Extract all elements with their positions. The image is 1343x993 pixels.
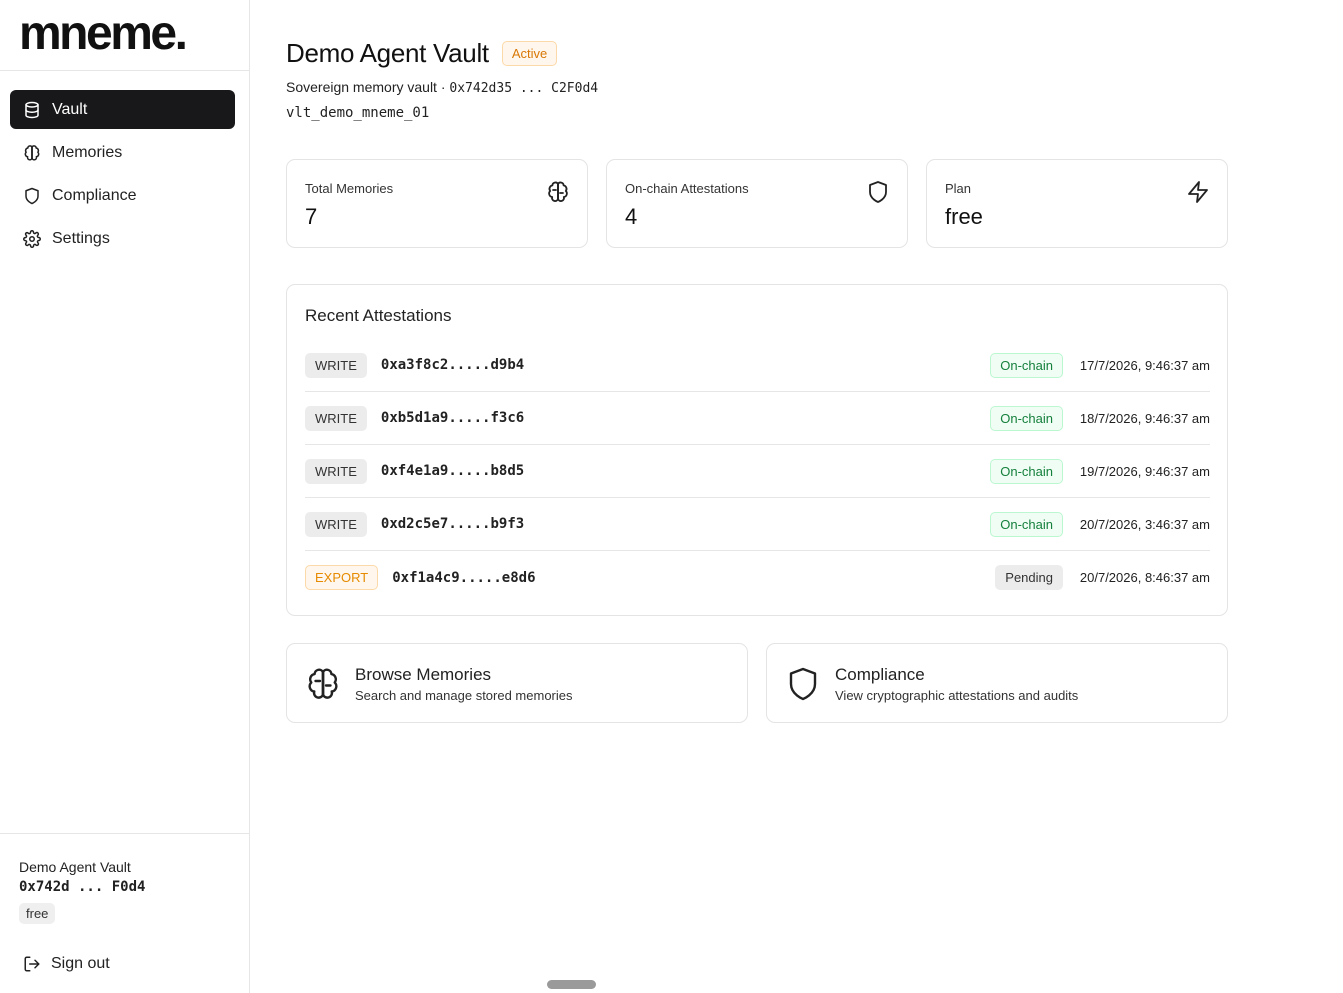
sidebar-item-label: Settings [52, 229, 110, 247]
sidebar: mneme. Vault Memories Compliance Setting… [0, 0, 250, 993]
lightning-icon [1188, 181, 1208, 203]
compliance-card[interactable]: Compliance View cryptographic attestatio… [766, 643, 1228, 723]
tx-hash: 0xf1a4c9.....e8d6 [392, 569, 536, 586]
subtitle-text: Sovereign memory vault · [286, 79, 450, 95]
shield-icon [789, 667, 817, 701]
stat-card-plan: Plan free [926, 159, 1228, 248]
timestamp: 19/7/2026, 9:46:37 am [1079, 463, 1210, 479]
tx-hash: 0xd2c5e7.....b9f3 [380, 516, 525, 532]
tx-hash: 0xa3f8c2.....d9b4 [380, 357, 525, 373]
vault-id: vlt_demo_mneme_01 [286, 105, 430, 121]
list-item[interactable]: WRITE 0xd2c5e7.....b9f3 On-chain 20/7/20… [305, 498, 1210, 551]
brain-icon [308, 668, 338, 699]
database-icon [25, 101, 39, 118]
stat-label: On-chain Attestations [625, 181, 749, 196]
brain-icon [548, 181, 568, 202]
sign-out-icon [24, 956, 40, 972]
timestamp: 17/7/2026, 9:46:37 am [1079, 357, 1210, 373]
operation-badge: WRITE [305, 405, 367, 431]
stat-value: 4 [625, 204, 638, 229]
operation-badge: WRITE [305, 511, 367, 537]
footer-vault-address: 0x742d ... F0d4 [19, 879, 146, 895]
card-description: View cryptographic attestations and audi… [835, 688, 1079, 703]
quick-links: Browse Memories Search and manage stored… [286, 643, 1228, 723]
divider [0, 833, 249, 834]
shield-icon [869, 181, 887, 203]
status-badge: On-chain [990, 352, 1063, 378]
logo[interactable]: mneme. [19, 6, 188, 61]
stat-value: free [945, 204, 983, 229]
list-item[interactable]: WRITE 0xa3f8c2.....d9b4 On-chain 17/7/20… [305, 339, 1210, 392]
timestamp: 20/7/2026, 3:46:37 am [1079, 516, 1210, 532]
title-row: Demo Agent Vault Active [286, 38, 558, 69]
stat-label: Total Memories [305, 181, 394, 196]
brain-icon [24, 144, 40, 161]
sidebar-item-compliance[interactable]: Compliance [10, 176, 235, 215]
list-item[interactable]: WRITE 0xf4e1a9.....b8d5 On-chain 19/7/20… [305, 445, 1210, 498]
recent-attestations-panel: Recent Attestations WRITE 0xa3f8c2.....d… [286, 284, 1228, 616]
scrollbar-handle[interactable] [547, 980, 596, 989]
list-item[interactable]: WRITE 0xb5d1a9.....f3c6 On-chain 18/7/20… [305, 392, 1210, 445]
status-badge: On-chain [990, 405, 1063, 431]
operation-badge: WRITE [305, 458, 367, 484]
panel-title: Recent Attestations [305, 306, 452, 325]
status-badge: On-chain [990, 511, 1063, 537]
shield-icon [25, 187, 39, 204]
page-subtitle: Sovereign memory vault · 0x742d35 ... C2… [286, 79, 598, 96]
divider [0, 70, 249, 71]
card-title: Browse Memories [355, 665, 492, 684]
timestamp: 20/7/2026, 8:46:37 am [1079, 570, 1210, 585]
sidebar-item-settings[interactable]: Settings [10, 219, 235, 258]
card-description: Search and manage stored memories [355, 688, 573, 703]
sign-out-label: Sign out [51, 955, 110, 972]
list-item[interactable]: EXPORT 0xf1a4c9.....e8d6 Pending 20/7/20… [305, 551, 1210, 604]
stat-card-total-memories: Total Memories 7 [286, 159, 588, 248]
sidebar-item-label: Memories [52, 143, 123, 161]
status-badge: Pending [995, 565, 1063, 590]
footer-plan-badge: free [19, 903, 56, 924]
status-badge: Active [501, 41, 558, 66]
sidebar-item-label: Vault [52, 100, 88, 118]
status-badge: On-chain [990, 458, 1063, 484]
sidebar-nav: Vault Memories Compliance Settings [10, 90, 235, 262]
page-title: Demo Agent Vault [286, 38, 489, 68]
gear-icon [23, 229, 41, 248]
footer-vault-name: Demo Agent Vault [19, 859, 131, 875]
tx-hash: 0xb5d1a9.....f3c6 [380, 410, 525, 426]
operation-badge: WRITE [305, 352, 367, 378]
browse-memories-card[interactable]: Browse Memories Search and manage stored… [286, 643, 748, 723]
operation-badge: EXPORT [305, 565, 379, 590]
stat-label: Plan [945, 181, 972, 196]
sidebar-item-label: Compliance [52, 186, 137, 204]
attestation-list: WRITE 0xa3f8c2.....d9b4 On-chain 17/7/20… [305, 339, 1210, 604]
sign-out-button[interactable]: Sign out [23, 955, 110, 973]
stat-value: 7 [305, 204, 318, 229]
sidebar-item-vault[interactable]: Vault [10, 90, 235, 129]
stat-card-attestations: On-chain Attestations 4 [606, 159, 908, 248]
timestamp: 18/7/2026, 9:46:37 am [1079, 410, 1210, 426]
stats-row: Total Memories 7 On-chain Attestations 4… [286, 159, 1228, 248]
vault-address: 0x742d35 ... C2F0d4 [449, 81, 599, 96]
sidebar-item-memories[interactable]: Memories [10, 133, 235, 172]
tx-hash: 0xf4e1a9.....b8d5 [380, 463, 525, 479]
card-title: Compliance [835, 665, 925, 684]
